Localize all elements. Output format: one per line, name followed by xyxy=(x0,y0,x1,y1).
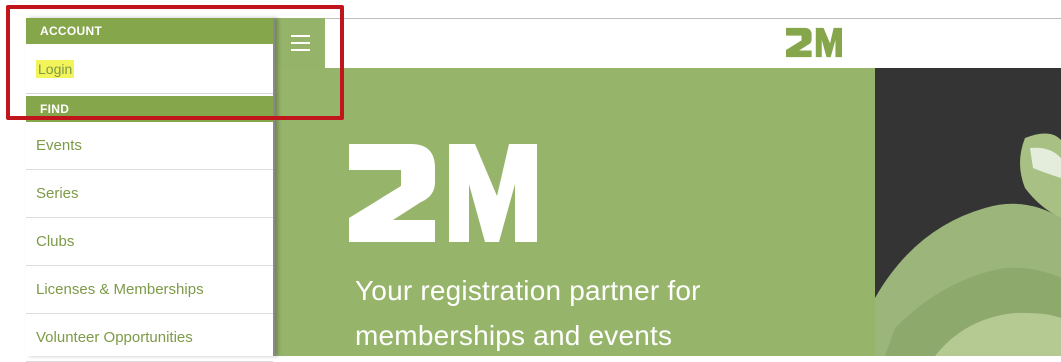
sidebar-item-licenses-memberships[interactable]: Licenses & Memberships xyxy=(26,266,273,314)
hero-photo xyxy=(875,68,1061,356)
top-header-bar xyxy=(273,18,1061,69)
sidebar-item-series[interactable]: Series xyxy=(26,170,273,218)
wrestler-image xyxy=(875,133,1061,356)
tagline-line-1: Your registration partner for xyxy=(355,275,701,306)
hero-banner: Your registration partner for membership… xyxy=(275,68,875,356)
highlight-annotation-box xyxy=(6,5,344,120)
sidebar-item-volunteer-opportunities[interactable]: Volunteer Opportunities xyxy=(26,314,273,362)
header-logo[interactable] xyxy=(786,27,842,58)
sidebar-item-events[interactable]: Events xyxy=(26,122,273,170)
hero-logo xyxy=(349,144,537,242)
sidebar-item-clubs[interactable]: Clubs xyxy=(26,218,273,266)
hero-tagline: Your registration partner for membership… xyxy=(355,268,835,358)
tagline-line-2: memberships and events xyxy=(355,320,673,351)
